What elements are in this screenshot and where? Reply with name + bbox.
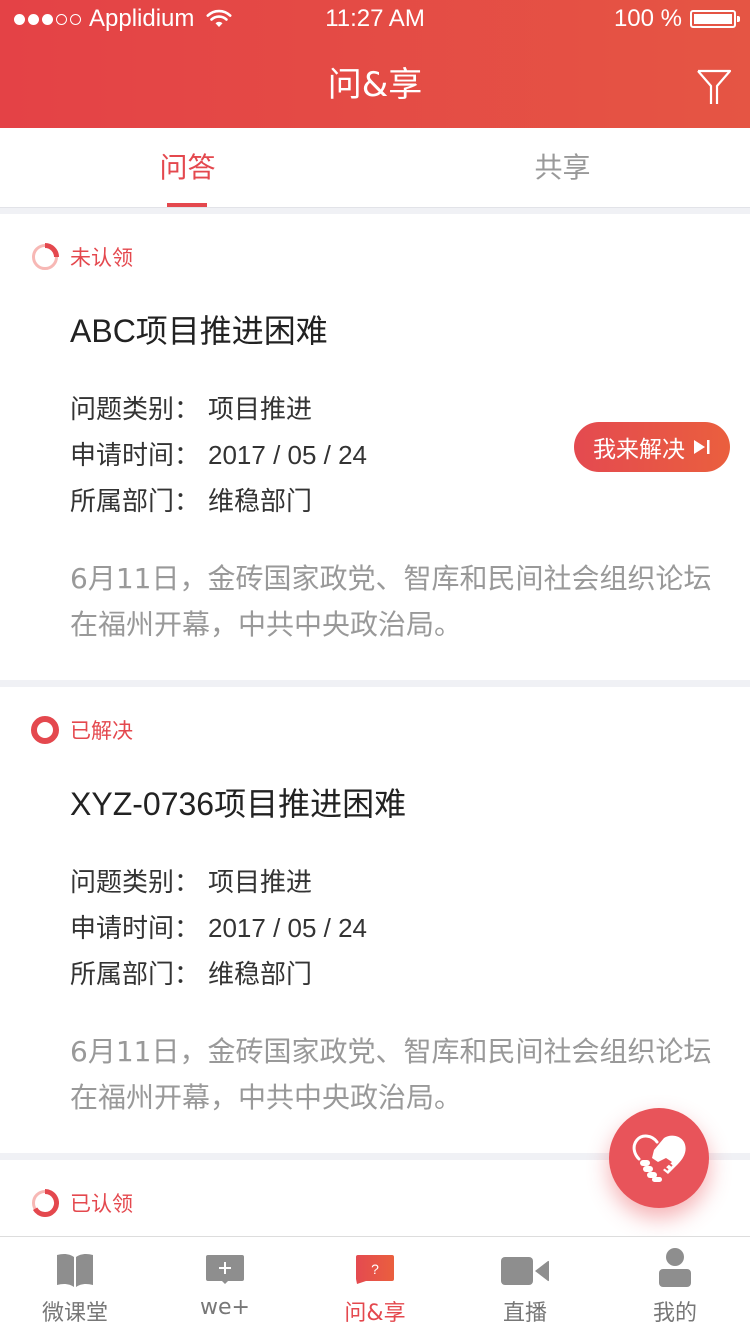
meta-value: 维稳部门 xyxy=(208,486,313,516)
meta-row-date: 申请时间： 2017 / 05 / 24 xyxy=(70,905,367,951)
nav-item-we-plus[interactable]: we+ xyxy=(150,1237,300,1334)
svg-text:?: ? xyxy=(371,1261,379,1277)
tab-qa[interactable]: 问答 xyxy=(0,128,375,208)
solve-button-label: 我来解决 xyxy=(593,437,685,463)
meta-row-department: 所属部门： 维稳部门 xyxy=(70,951,367,997)
status-row: 未认领 xyxy=(30,242,133,272)
ring-partial-icon xyxy=(32,243,59,270)
meta-row-category: 问题类别： 项目推进 xyxy=(70,859,367,905)
card-title: XYZ-0736项目推进困难 xyxy=(70,786,407,822)
question-bubble-icon: ? xyxy=(356,1255,394,1284)
share-fab-button[interactable] xyxy=(609,1108,709,1208)
meta-label: 申请时间： xyxy=(70,913,201,943)
card-description: 6月11日，金砖国家政党、智库和民间社会组织论坛在福州开幕，中共中央政治局。 xyxy=(70,562,712,641)
status-label: 已认领 xyxy=(70,1192,133,1216)
handshake-heart-icon xyxy=(632,1134,686,1182)
meta-row-date: 申请时间： 2017 / 05 / 24 xyxy=(70,432,367,478)
question-card[interactable]: 已解决 XYZ-0736项目推进困难 问题类别： 项目推进 申请时间： 2017… xyxy=(0,687,750,1153)
filter-button[interactable] xyxy=(696,68,732,108)
chat-plus-icon xyxy=(206,1255,244,1284)
meta-value: 2017 / 05 / 24 xyxy=(208,440,368,470)
nav-item-qa-share[interactable]: ? 问&享 xyxy=(300,1237,450,1334)
card-meta: 问题类别： 项目推进 申请时间： 2017 / 05 / 24 所属部门： 维稳… xyxy=(70,386,367,524)
status-row: 已认领 xyxy=(30,1188,133,1218)
nav-item-live[interactable]: 直播 xyxy=(450,1237,600,1334)
tab-share[interactable]: 共享 xyxy=(375,128,750,208)
video-camera-icon xyxy=(501,1257,549,1285)
status-label: 已解决 xyxy=(70,719,133,743)
ring-full-icon xyxy=(31,716,59,744)
status-label: 未认领 xyxy=(70,246,133,270)
active-tab-indicator xyxy=(167,203,207,207)
meta-value: 维稳部门 xyxy=(208,959,313,989)
meta-label: 所属部门： xyxy=(70,959,201,989)
nav-item-microclass[interactable]: 微课堂 xyxy=(0,1237,150,1334)
app-header: Applidium 11:27 AM 100 % 问&享 xyxy=(0,0,750,128)
user-icon xyxy=(659,1248,691,1287)
status-bar: Applidium 11:27 AM 100 % xyxy=(0,0,750,40)
card-meta: 问题类别： 项目推进 申请时间： 2017 / 05 / 24 所属部门： 维稳… xyxy=(70,859,367,997)
meta-label: 所属部门： xyxy=(70,486,201,516)
solve-button[interactable]: 我来解决 xyxy=(574,422,730,472)
card-title: ABC项目推进困难 xyxy=(70,313,328,349)
ring-mostly-icon xyxy=(32,1188,60,1217)
nav-label: 微课堂 xyxy=(41,1301,108,1326)
battery-percent: 100 % xyxy=(613,5,682,32)
bottom-tab-bar: 微课堂 we+ ? 问&享 直播 我的 xyxy=(0,1236,750,1334)
battery-icon xyxy=(690,10,740,28)
segment-tabs: 问答 共享 xyxy=(0,128,750,208)
filter-icon xyxy=(697,69,732,104)
status-row: 已解决 xyxy=(30,715,133,745)
meta-row-category: 问题类别： 项目推进 xyxy=(70,386,367,432)
meta-label: 问题类别： xyxy=(70,867,201,897)
question-card[interactable]: 未认领 ABC项目推进困难 问题类别： 项目推进 申请时间： 2017 / 05… xyxy=(0,214,750,680)
battery-fill xyxy=(694,14,732,24)
nav-label: 直播 xyxy=(502,1301,547,1326)
meta-label: 申请时间： xyxy=(70,440,201,470)
card-description: 6月11日，金砖国家政党、智库和民间社会组织论坛在福州开幕，中共中央政治局。 xyxy=(70,1035,712,1114)
nav-item-profile[interactable]: 我的 xyxy=(600,1237,750,1334)
nav-label: we+ xyxy=(200,1295,250,1320)
page-title: 问&享 xyxy=(327,65,423,105)
nav-label: 我的 xyxy=(652,1301,697,1326)
book-icon xyxy=(57,1253,93,1287)
meta-value: 项目推进 xyxy=(208,394,313,424)
nav-label: 问&享 xyxy=(344,1301,406,1326)
play-next-icon xyxy=(694,440,710,454)
status-right: 100 % xyxy=(613,5,740,33)
meta-value: 项目推进 xyxy=(208,867,313,897)
meta-label: 问题类别： xyxy=(70,394,201,424)
meta-value: 2017 / 05 / 24 xyxy=(208,913,368,943)
meta-row-department: 所属部门： 维稳部门 xyxy=(70,478,367,524)
